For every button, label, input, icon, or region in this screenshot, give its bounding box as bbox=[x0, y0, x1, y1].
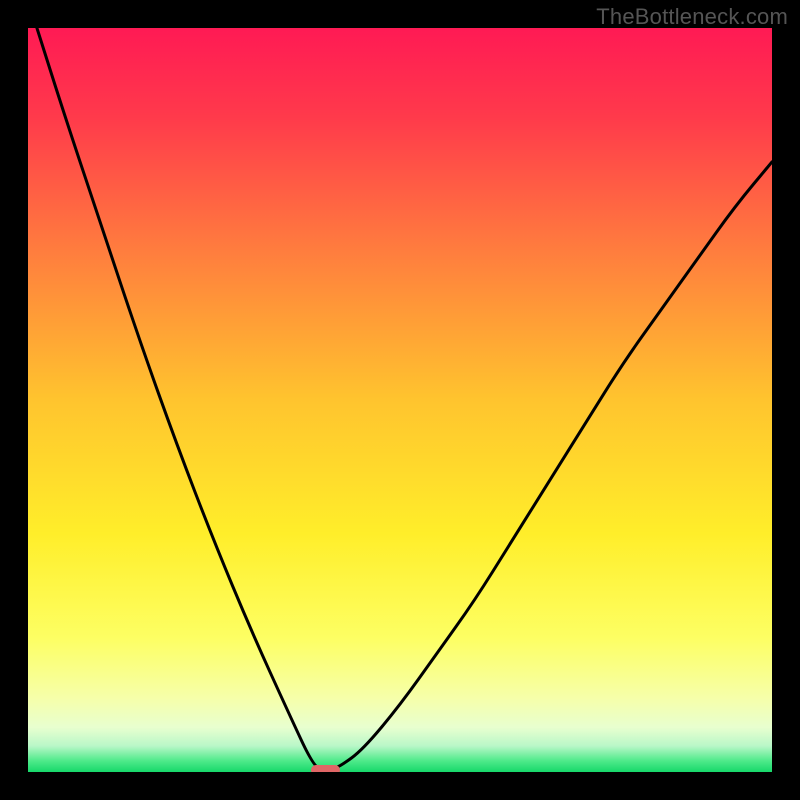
curve-line bbox=[28, 28, 772, 772]
watermark-text: TheBottleneck.com bbox=[596, 4, 788, 30]
chart-frame: TheBottleneck.com bbox=[0, 0, 800, 800]
bottleneck-marker bbox=[311, 765, 341, 772]
plot-area bbox=[28, 28, 772, 772]
